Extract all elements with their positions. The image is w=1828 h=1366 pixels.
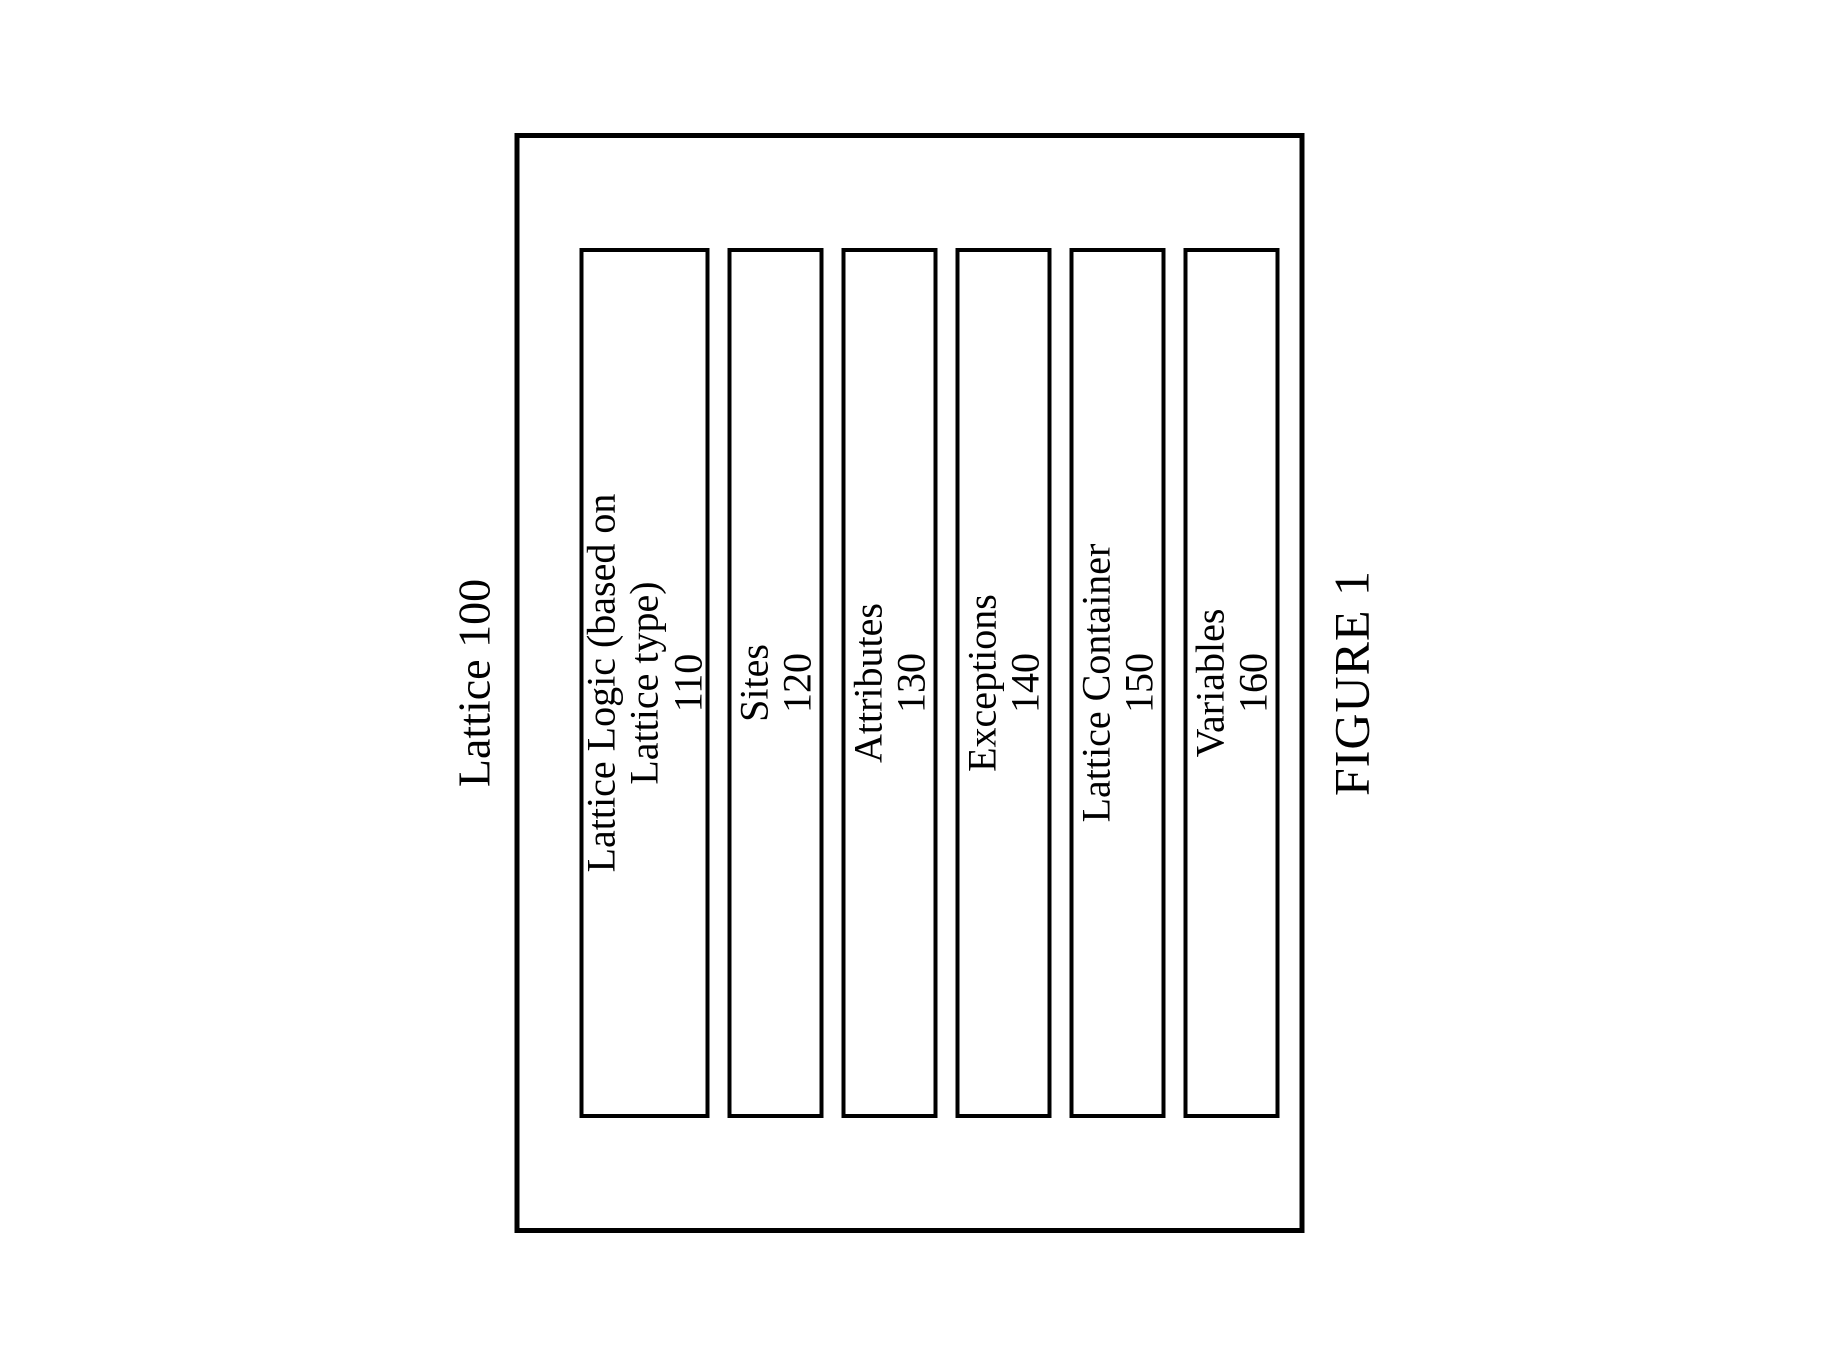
box-number: 120 (776, 653, 819, 713)
figure-caption: FIGURE 1 (1323, 133, 1381, 1233)
box-label: Attributes (846, 603, 889, 763)
box-label: Sites (732, 644, 775, 722)
box-label: Lattice Logic (based onLattice type) (580, 494, 666, 873)
lattice-outer-box: Lattice Logic (based onLattice type) 110… (515, 133, 1305, 1233)
box-variables: Variables 160 (1184, 248, 1280, 1118)
box-number: 130 (890, 653, 933, 713)
box-sites: Sites 120 (728, 248, 824, 1118)
box-label: Variables (1188, 609, 1231, 758)
box-label: Lattice Container (1074, 544, 1117, 823)
box-number: 140 (1004, 653, 1047, 713)
box-label: Exceptions (960, 594, 1003, 772)
box-attributes: Attributes 130 (842, 248, 938, 1118)
box-lattice-container: Lattice Container 150 (1070, 248, 1166, 1118)
diagram-wrapper: Lattice 100 Lattice Logic (based onLatti… (448, 133, 1381, 1233)
box-lattice-logic: Lattice Logic (based onLattice type) 110 (580, 248, 710, 1118)
box-number: 150 (1118, 653, 1161, 713)
box-label-text: Lattice Logic (based onLattice type) (579, 494, 667, 873)
diagram-title: Lattice 100 (448, 133, 501, 1233)
box-number: 110 (666, 654, 709, 713)
box-number: 160 (1232, 653, 1275, 713)
box-exceptions: Exceptions 140 (956, 248, 1052, 1118)
